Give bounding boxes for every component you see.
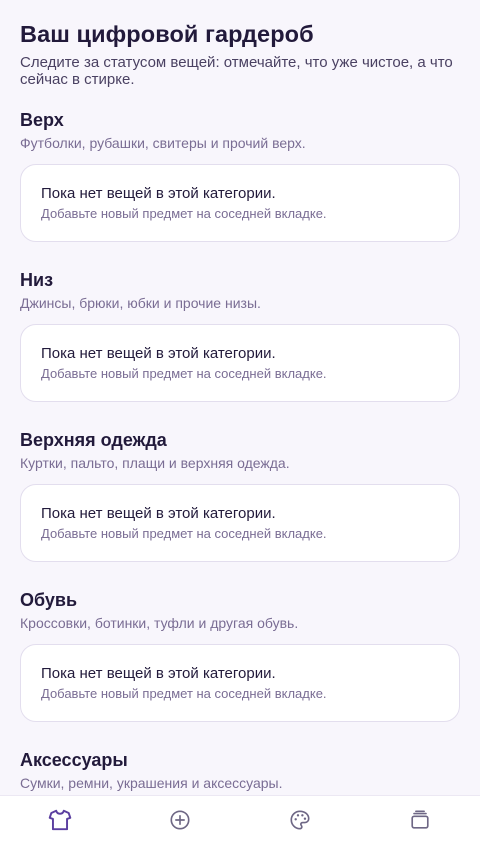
- tab-add-item[interactable]: [150, 798, 210, 842]
- category-shoes: Обувь Кроссовки, ботинки, туфли и другая…: [20, 590, 460, 722]
- page-title: Ваш цифровой гардероб: [20, 21, 314, 47]
- tab-outfits[interactable]: [270, 798, 330, 842]
- page-subtitle: Следите за статусом вещей: отмечайте, чт…: [20, 54, 453, 88]
- tab-collections[interactable]: [390, 798, 450, 842]
- category-description: Куртки, пальто, плащи и верхняя одежда.: [20, 455, 290, 471]
- empty-state-title: Пока нет вещей в этой категории.: [41, 505, 276, 522]
- layers-icon: [411, 810, 429, 829]
- shirt-icon: [48, 809, 72, 831]
- empty-state-title: Пока нет вещей в этой категории.: [41, 345, 276, 362]
- tab-wardrobe[interactable]: [30, 798, 90, 842]
- empty-category-card: Пока нет вещей в этой категории. Добавьт…: [20, 484, 460, 562]
- wardrobe-screen: Ваш цифровой гардероб Следите за статусо…: [0, 0, 480, 795]
- category-title: Верхняя одежда: [20, 430, 167, 450]
- empty-state-title: Пока нет вещей в этой категории.: [41, 665, 276, 682]
- bottom-tab-bar: [0, 795, 480, 844]
- empty-category-card: Пока нет вещей в этой категории. Добавьт…: [20, 164, 460, 242]
- category-description: Кроссовки, ботинки, туфли и другая обувь…: [20, 615, 299, 631]
- category-title: Верх: [20, 110, 64, 130]
- category-title: Аксессуары: [20, 750, 128, 770]
- category-title: Низ: [20, 270, 54, 290]
- category-description: Сумки, ремни, украшения и аксессуары.: [20, 775, 283, 791]
- category-accessories: Аксессуары Сумки, ремни, украшения и акс…: [20, 750, 460, 792]
- palette-icon: [290, 810, 310, 830]
- category-description: Джинсы, брюки, юбки и прочие низы.: [20, 295, 261, 311]
- empty-state-hint: Добавьте новый предмет на соседней вклад…: [41, 366, 327, 381]
- empty-state-hint: Добавьте новый предмет на соседней вклад…: [41, 526, 327, 541]
- category-description: Футболки, рубашки, свитеры и прочий верх…: [20, 135, 306, 151]
- plus-circle-icon: [170, 810, 190, 830]
- empty-state-hint: Добавьте новый предмет на соседней вклад…: [41, 686, 327, 701]
- category-title: Обувь: [20, 590, 78, 610]
- empty-category-card: Пока нет вещей в этой категории. Добавьт…: [20, 324, 460, 402]
- empty-category-card: Пока нет вещей в этой категории. Добавьт…: [20, 644, 460, 722]
- category-bottoms: Низ Джинсы, брюки, юбки и прочие низы. П…: [20, 270, 460, 402]
- empty-state-title: Пока нет вещей в этой категории.: [41, 185, 276, 202]
- empty-state-hint: Добавьте новый предмет на соседней вклад…: [41, 206, 327, 221]
- category-tops: Верх Футболки, рубашки, свитеры и прочий…: [20, 110, 460, 242]
- category-outerwear: Верхняя одежда Куртки, пальто, плащи и в…: [20, 430, 460, 562]
